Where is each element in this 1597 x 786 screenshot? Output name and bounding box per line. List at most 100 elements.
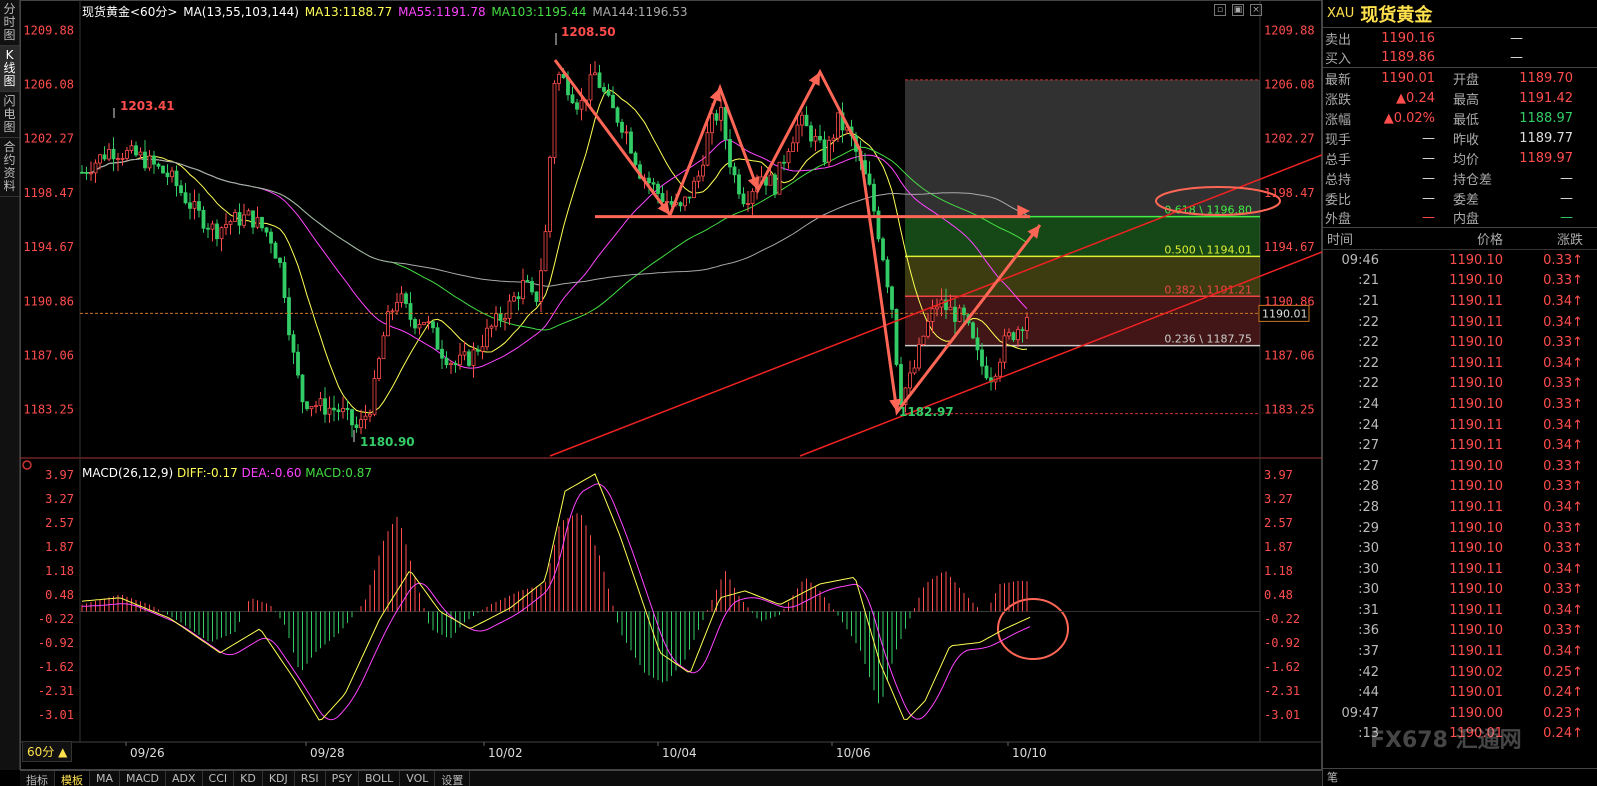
candle-body (543, 231, 548, 272)
candle-body (210, 223, 215, 230)
candle-body (350, 409, 354, 426)
candle-body (318, 398, 323, 407)
candle-body (714, 113, 719, 121)
candle-body (611, 94, 615, 109)
candle-body (192, 201, 197, 209)
macd-tick-label-right: 1.87 (1264, 540, 1293, 554)
macd-tick-label-right: 1.18 (1264, 564, 1293, 578)
candle-body (336, 409, 341, 413)
candle-body (813, 135, 818, 142)
tick-price: 1190.01 (1449, 685, 1503, 701)
tick-row: 09:47 1190.00 0.23↑ (1323, 703, 1597, 724)
candle-body (836, 112, 840, 139)
candle-body (129, 145, 134, 151)
macd-tick-label-left: 1.18 (45, 564, 74, 578)
fib-zone-top (905, 79, 1260, 217)
tick-row: :28 1190.10 0.33↑ (1323, 477, 1597, 498)
candle-body (701, 164, 705, 177)
price-tick-label-left: 1190.86 (23, 294, 74, 308)
quote-label: 最高 (1453, 92, 1480, 108)
candle-body (867, 173, 872, 185)
tab-ma[interactable]: MA (90, 771, 121, 786)
candle-body (354, 424, 359, 429)
quote-label: 持仓差 (1453, 172, 1493, 188)
tab-settings[interactable]: 设置 (435, 771, 471, 786)
candle-body (332, 407, 336, 411)
tick-change: 0.34↑ (1543, 602, 1583, 618)
candle-body (116, 158, 120, 160)
tick-change: 0.33↑ (1543, 252, 1583, 268)
tick-time: :30 (1358, 561, 1379, 577)
candle-body (363, 415, 368, 421)
tick-time: :22 (1358, 376, 1379, 392)
panel-footer-tab[interactable]: 笔 (1323, 768, 1597, 786)
candle-body (548, 157, 552, 233)
candle-body (251, 210, 255, 228)
candle-body (602, 87, 606, 92)
tick-row: :30 1190.10 0.33↑ (1323, 538, 1597, 559)
tab-indicators[interactable]: 指标 (20, 771, 55, 786)
candle-body (588, 74, 593, 101)
candle-body (539, 270, 543, 302)
macd-tick-label-left: 3.97 (45, 468, 74, 482)
candle-body (651, 182, 656, 185)
candle-body (557, 73, 561, 84)
tab-boll[interactable]: BOLL (359, 771, 401, 786)
maximize-icon[interactable]: ▣ (1232, 4, 1244, 16)
tab-kd[interactable]: KD (234, 771, 263, 786)
candle-body (269, 231, 273, 244)
price-tick-label-right: 1183.25 (1264, 403, 1315, 417)
tab-kline[interactable]: K线图 (0, 46, 19, 92)
tab-rsi[interactable]: RSI (295, 771, 326, 786)
tick-price: 1190.11 (1449, 499, 1503, 515)
tab-template[interactable]: 模板 (55, 771, 90, 786)
candle-body (696, 175, 701, 182)
date-label: 10/04 (662, 746, 697, 760)
tick-change: 0.33↑ (1543, 520, 1583, 536)
candle-body (152, 155, 156, 165)
candle-body (120, 157, 125, 160)
close-icon[interactable]: × (1250, 4, 1262, 16)
candle-body (1002, 335, 1007, 363)
macd-diff: DIFF:-0.17 (176, 466, 238, 480)
tick-list[interactable]: 09:46 1190.10 0.33↑:21 1190.10 0.33↑:21 1190.… (1323, 250, 1597, 744)
tab-psy[interactable]: PSY (326, 771, 359, 786)
candle-body (377, 358, 381, 379)
tick-price: 1190.11 (1449, 417, 1503, 433)
candle-body (125, 150, 129, 159)
candle-body (1025, 317, 1029, 331)
tab-timeshare[interactable]: 分时图 (0, 0, 19, 46)
tick-row: :29 1190.10 0.33↑ (1323, 518, 1597, 539)
candle-body (282, 262, 287, 299)
date-label: 09/28 (310, 746, 345, 760)
tick-change: 0.33↑ (1543, 376, 1583, 392)
instrument-title: 现货黄金<60分> (82, 5, 178, 19)
candle-body (102, 154, 107, 160)
tab-flash[interactable]: 闪电图 (0, 92, 19, 138)
candle-body (773, 174, 777, 195)
tick-time: :36 (1358, 623, 1379, 639)
tab-contract-info[interactable]: 合约资料 (0, 138, 19, 197)
tab-adx[interactable]: ADX (166, 771, 203, 786)
period-selector[interactable]: 60分 ▲ (22, 741, 73, 762)
candle-body (201, 209, 206, 229)
candle-body (296, 351, 300, 376)
candle-body (408, 303, 413, 320)
tab-kdj[interactable]: KDJ (263, 771, 295, 786)
restore-icon[interactable]: ▫ (1214, 4, 1226, 16)
kline-chart[interactable]: 0.618 \ 1196.800.500 \ 1194.010.382 \ 11… (20, 0, 1322, 770)
candle-body (921, 335, 926, 345)
macd-tick-label-right: 2.57 (1264, 516, 1293, 530)
tick-change: 0.33↑ (1543, 396, 1583, 412)
quote-label: 委差 (1453, 192, 1480, 208)
candle-body (530, 281, 534, 293)
candle-body (534, 291, 539, 302)
candle-body (291, 334, 296, 353)
tab-cci[interactable]: CCI (203, 771, 235, 786)
tick-row: :37 1190.11 0.34↑ (1323, 641, 1597, 662)
tab-macd[interactable]: MACD (120, 771, 166, 786)
macd-diff-line (81, 473, 1031, 721)
tick-change: 0.33↑ (1543, 541, 1583, 557)
candle-body (1011, 332, 1016, 341)
tab-vol[interactable]: VOL (400, 771, 436, 786)
